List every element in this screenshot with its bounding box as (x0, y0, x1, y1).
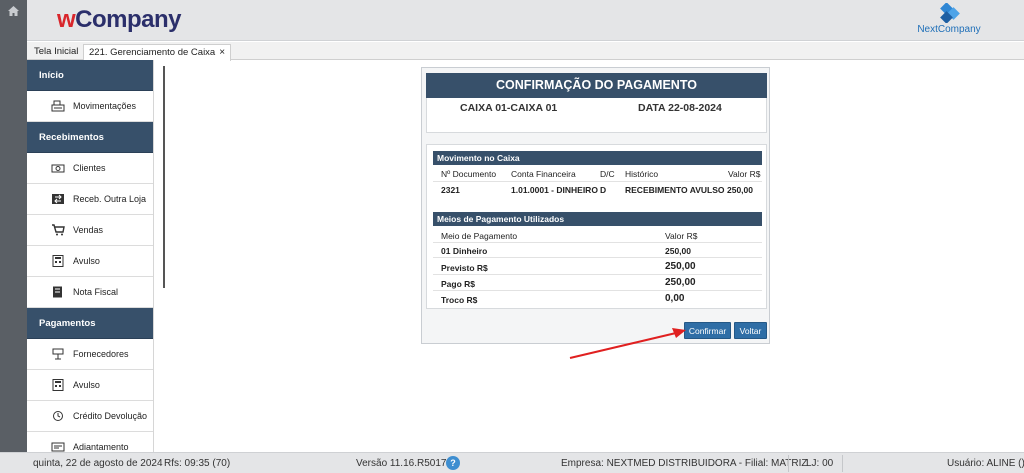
row-divider (433, 257, 762, 258)
cash-register-icon (51, 100, 65, 112)
content-scrollbar[interactable] (163, 66, 165, 288)
sidebar-item-label: Nota Fiscal (73, 287, 119, 297)
brand-logo: wCompany (57, 6, 182, 34)
meio-nome: 01 Dinheiro (441, 246, 488, 256)
meios-heading: Meios de Pagamento Utilizados (433, 212, 762, 226)
previsto-valor: 250,00 (665, 261, 696, 272)
sidebar-item-label: Fornecedores (73, 349, 129, 359)
footer-loja: LJ: 00 (806, 458, 834, 469)
sidebar-item-credito-devolucao[interactable]: Crédito Devolução (27, 401, 153, 432)
close-icon[interactable]: × (219, 47, 225, 58)
footer-empresa: Empresa: NEXTMED DISTRIBUIDORA - Filial:… (561, 458, 808, 469)
date-label: DATA 22-08-2024 (638, 102, 722, 114)
movimento-heading: Movimento no Caixa (433, 151, 762, 165)
col-conta-financeira: Conta Financeira (511, 169, 576, 179)
pago-valor: 250,00 (665, 277, 696, 288)
supplier-icon (52, 348, 64, 360)
brand-logo-name: Company (75, 6, 182, 33)
col-meio-valor: Valor R$ (665, 231, 698, 241)
pago-label: Pago R$ (441, 279, 476, 289)
payment-confirmation-dialog: CONFIRMAÇÃO DO PAGAMENTO CAIXA 01-CAIXA … (421, 67, 770, 344)
col-dc: D/C (600, 169, 615, 179)
row-divider (433, 290, 762, 291)
col-meio-pagamento: Meio de Pagamento (441, 231, 518, 241)
footer-rfs: Rfs: 09:35 (70) (164, 458, 231, 469)
sidebar-item-receb-outra-loja[interactable]: Receb. Outra Loja (27, 184, 153, 215)
sidebar-item-label: Crédito Devolução (73, 411, 148, 421)
sidebar-item-movimentacoes[interactable]: Movimentações (27, 91, 153, 122)
dialog-title: CONFIRMAÇÃO DO PAGAMENTO (426, 73, 767, 98)
col-historico: Histórico (625, 169, 659, 179)
col-valor: Valor R$ (728, 169, 761, 179)
status-bar: quinta, 22 de agosto de 2024 Rfs: 09:35 … (0, 452, 1024, 473)
sidebar-section-pagamentos[interactable]: Pagamentos (27, 308, 153, 339)
footer-version: Versão 11.16.R5017 (356, 458, 447, 469)
sidebar-item-clientes[interactable]: Clientes (27, 153, 153, 184)
footer-usuario: Usuário: ALINE () (947, 458, 1024, 469)
caixa-label: CAIXA 01-CAIXA 01 (460, 102, 558, 114)
sidebar-item-adiantamento[interactable]: Adiantamento (27, 432, 153, 452)
tab-bar: Tela Inicial 221. Gerenciamento de Caixa… (27, 42, 1024, 61)
previsto-label: Previsto R$ (441, 263, 488, 273)
footer-date: quinta, 22 de agosto de 2024 (33, 458, 163, 469)
calculator-icon (52, 379, 64, 391)
invoice-icon (53, 286, 62, 298)
partner-logo-icon (940, 3, 960, 23)
tab-home[interactable]: Tela Inicial (29, 44, 83, 60)
red-arrow-annotation (569, 328, 686, 359)
back-button[interactable]: Voltar (734, 322, 767, 339)
sidebar-item-label: Receb. Outra Loja (73, 194, 147, 204)
payment-details-panel: Movimento no Caixa Nº Documento Conta Fi… (426, 144, 767, 309)
partner-logo-text: NextCompany (917, 24, 981, 35)
row-divider (433, 242, 762, 243)
troco-label: Troco R$ (441, 295, 478, 305)
sidebar-item-label: Avulso (73, 380, 100, 390)
meio-valor: 250,00 (665, 246, 691, 256)
calculator-icon (52, 255, 64, 267)
refund-icon (53, 411, 63, 421)
tab-cash-management-label: 221. Gerenciamento de Caixa (89, 47, 216, 58)
advance-icon (51, 442, 65, 452)
cart-icon (52, 224, 65, 236)
row-divider (433, 274, 762, 275)
tab-cash-management[interactable]: 221. Gerenciamento de Caixa × (83, 44, 232, 61)
sidebar-section-inicio[interactable]: Início (27, 60, 153, 91)
troco-valor: 0,00 (665, 293, 685, 304)
home-icon[interactable] (8, 6, 19, 16)
sidebar-item-label: Vendas (73, 225, 104, 235)
transfer-icon (52, 194, 64, 204)
confirm-button[interactable]: Confirmar (684, 322, 731, 339)
left-strip (0, 0, 27, 473)
sidebar-item-avulso[interactable]: Avulso (27, 246, 153, 277)
row-divider (433, 181, 762, 182)
col-documento: Nº Documento (441, 169, 497, 179)
dialog-info: CAIXA 01-CAIXA 01 DATA 22-08-2024 (426, 98, 767, 133)
sidebar-item-label: Clientes (73, 163, 106, 173)
help-icon[interactable]: ? (446, 456, 460, 470)
sidebar-item-label: Adiantamento (73, 442, 129, 452)
cell-historico: RECEBIMENTO AVULSO (625, 185, 725, 195)
cell-dc: D (600, 185, 607, 195)
sidebar-item-vendas[interactable]: Vendas (27, 215, 153, 246)
footer-separator (842, 455, 843, 472)
app-header: wCompany NextCompany (27, 0, 1024, 41)
cell-conta-financeira: 1.01.0001 - DINHEIRO (511, 185, 598, 195)
sidebar: Início Movimentações Recebimentos Client… (27, 60, 154, 452)
brand-logo-prefix: w (57, 6, 76, 33)
cell-documento: 2321 (441, 185, 460, 195)
sidebar-item-nota-fiscal[interactable]: Nota Fiscal (27, 277, 153, 308)
partner-logo: NextCompany (914, 3, 984, 39)
sidebar-item-label: Movimentações (73, 101, 137, 111)
footer-separator (788, 455, 789, 472)
money-icon (51, 164, 65, 173)
sidebar-item-avulso-pagamento[interactable]: Avulso (27, 370, 153, 401)
cell-valor: 250,00 (727, 185, 753, 195)
sidebar-section-recebimentos[interactable]: Recebimentos (27, 122, 153, 153)
sidebar-item-label: Avulso (73, 256, 100, 266)
sidebar-item-fornecedores[interactable]: Fornecedores (27, 339, 153, 370)
